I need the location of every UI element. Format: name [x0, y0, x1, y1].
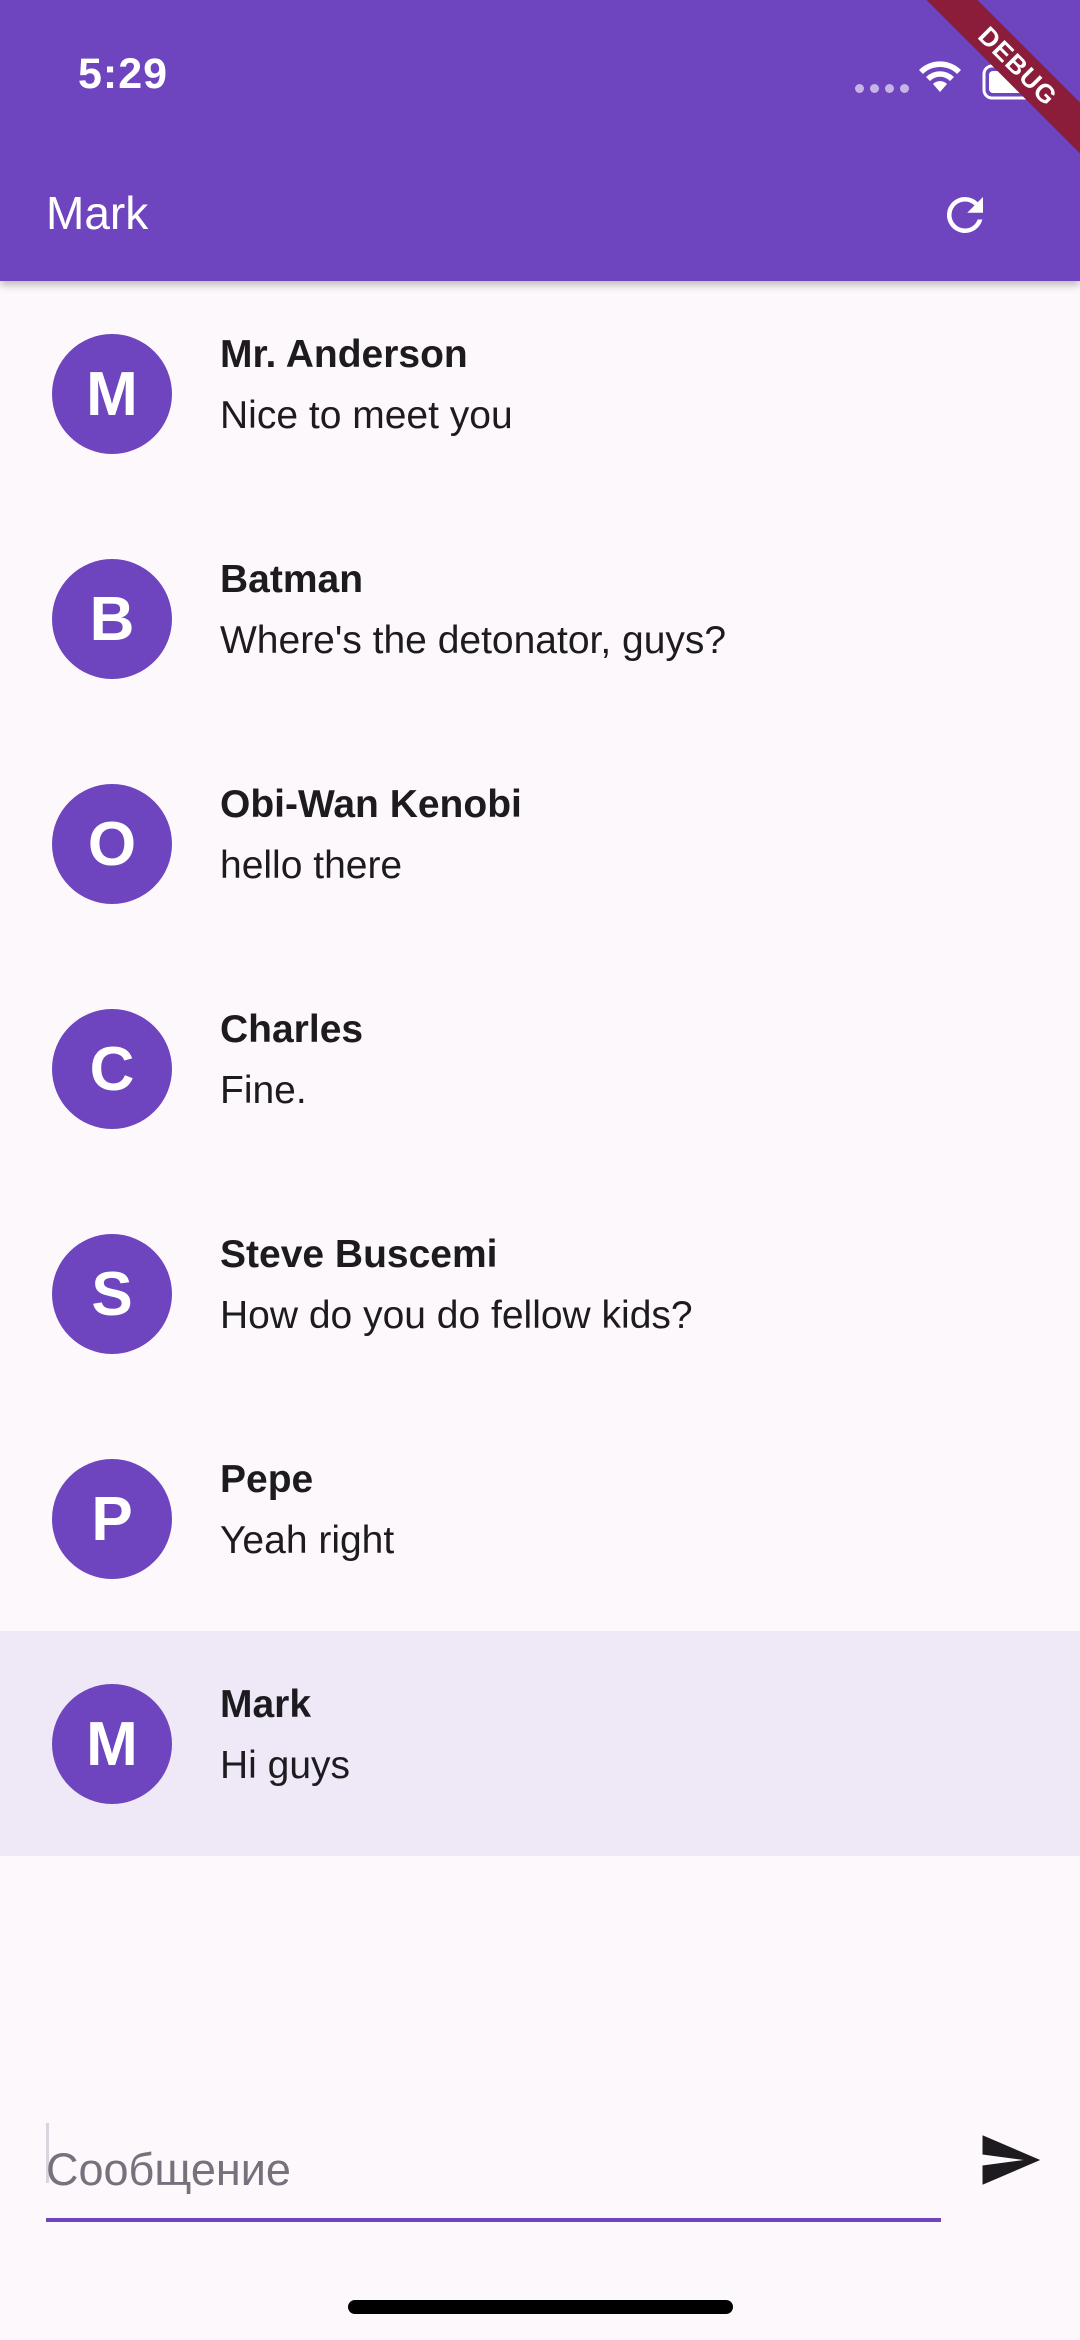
chat-last-message: Hi guys [220, 1744, 351, 1787]
avatar: O [52, 784, 172, 904]
chat-name: Mark [220, 1683, 312, 1726]
chat-last-message: Fine. [220, 1069, 307, 1112]
refresh-button[interactable] [932, 182, 998, 248]
chat-last-message: How do you do fellow kids? [220, 1294, 693, 1337]
chat-item[interactable]: C Charles Fine. [0, 956, 1080, 1181]
message-input[interactable] [46, 2122, 941, 2222]
avatar: M [52, 1684, 172, 1804]
cellular-signal-icon [855, 84, 909, 93]
chat-item[interactable]: B Batman Where's the detonator, guys? [0, 506, 1080, 731]
status-time: 5:29 [78, 50, 169, 98]
avatar: M [52, 334, 172, 454]
refresh-icon [946, 196, 983, 233]
chat-list: M Mr. Anderson Nice to meet you B Batman… [0, 281, 1080, 1856]
chat-item[interactable]: M Mr. Anderson Nice to meet you [0, 281, 1080, 506]
chat-name: Steve Buscemi [220, 1233, 498, 1276]
send-icon [982, 2135, 1041, 2185]
chat-item[interactable]: S Steve Buscemi How do you do fellow kid… [0, 1181, 1080, 1406]
send-button[interactable] [973, 2123, 1047, 2197]
home-indicator [348, 2300, 733, 2314]
chat-name: Charles [220, 1008, 364, 1051]
chat-name: Pepe [220, 1458, 314, 1501]
avatar: S [52, 1234, 172, 1354]
debug-label: DEBUG [913, 0, 1080, 170]
chat-item-selected[interactable]: M Mark Hi guys [0, 1631, 1080, 1856]
avatar: B [52, 559, 172, 679]
message-composer [0, 2080, 1080, 2340]
chat-last-message: Nice to meet you [220, 394, 513, 437]
debug-banner: DEBUG [910, 0, 1080, 170]
avatar: P [52, 1459, 172, 1579]
avatar: C [52, 1009, 172, 1129]
chat-name: Obi-Wan Kenobi [220, 783, 522, 826]
chat-last-message: hello there [220, 844, 403, 887]
chat-name: Mr. Anderson [220, 333, 468, 376]
app-title: Mark [46, 187, 149, 239]
chat-last-message: Yeah right [220, 1519, 395, 1562]
chat-item[interactable]: P Pepe Yeah right [0, 1406, 1080, 1631]
chat-name: Batman [220, 558, 364, 601]
chat-item[interactable]: O Obi-Wan Kenobi hello there [0, 731, 1080, 956]
chat-screen: 5:29 Mark DEBUG M Mr. Anderson Nice to m… [0, 0, 1080, 2340]
chat-last-message: Where's the detonator, guys? [220, 619, 727, 662]
